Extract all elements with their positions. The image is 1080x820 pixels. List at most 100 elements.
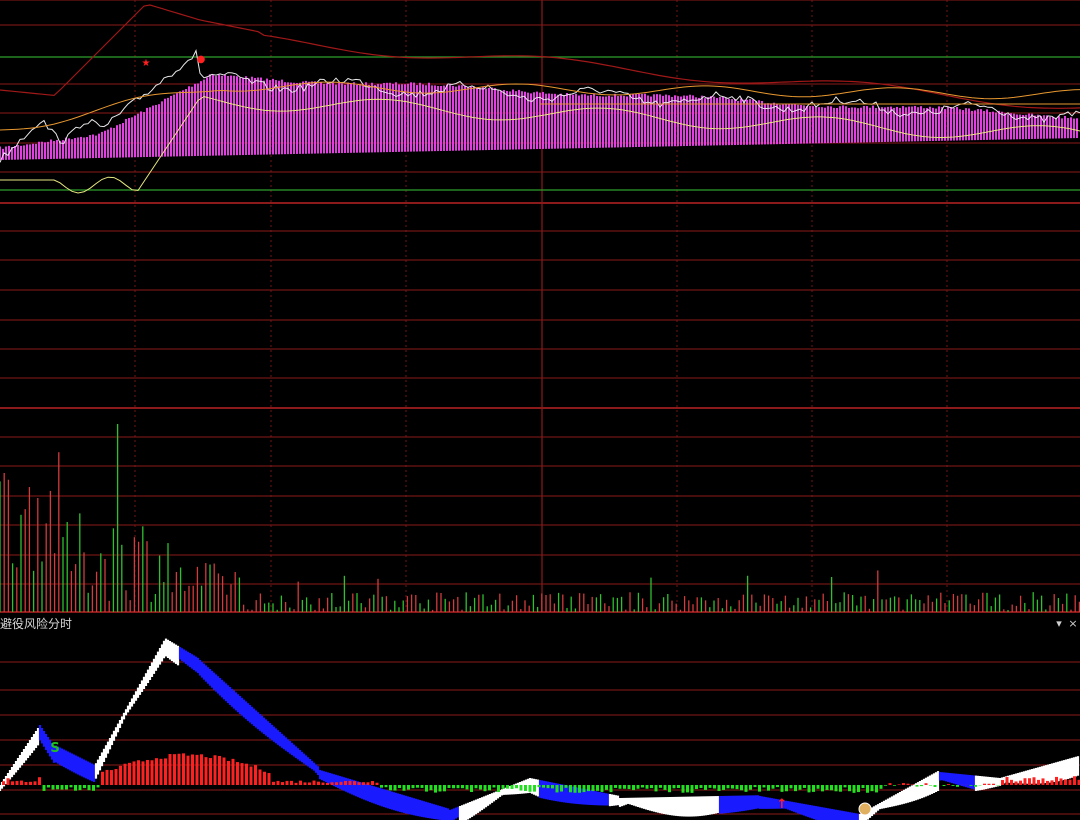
- risk-hist-bar: [200, 754, 203, 785]
- risk-hist-bar: [398, 785, 401, 789]
- risk-hist-bar: [740, 785, 743, 791]
- risk-hist-bar: [434, 785, 437, 793]
- risk-hist-bar: [848, 785, 851, 792]
- close-icon[interactable]: ×: [1066, 616, 1080, 632]
- risk-hist-bar: [402, 785, 406, 791]
- risk-hist-bar: [195, 754, 199, 785]
- risk-hist-bar: [11, 781, 14, 785]
- risk-hist-bar: [29, 781, 32, 785]
- risk-hist-bar: [119, 765, 122, 785]
- risk-hist-bar: [294, 782, 298, 785]
- risk-hist-bar: [416, 785, 419, 788]
- risk-hist-bar: [542, 785, 545, 788]
- risk-hist-bar: [425, 785, 428, 792]
- risk-hist-bar: [42, 785, 46, 791]
- risk-hist-bar: [146, 759, 149, 785]
- risk-hist-bar: [366, 782, 370, 785]
- risk-hist-bar: [834, 785, 838, 792]
- risk-hist-bar: [861, 785, 865, 789]
- risk-hist-bar: [510, 785, 514, 789]
- risk-hist-bar: [24, 781, 28, 785]
- risk-hist-bar: [407, 785, 410, 790]
- risk-hist-bar: [254, 765, 257, 785]
- risk-hist-bar: [591, 785, 595, 792]
- risk-hist-bar: [240, 763, 244, 785]
- risk-hist-bar: [690, 785, 694, 793]
- risk-hist-bar: [227, 760, 230, 785]
- risk-hist-bar: [789, 785, 793, 789]
- risk-hist-bar: [726, 785, 730, 789]
- risk-hist-bar: [857, 785, 860, 793]
- risk-hist-bar: [222, 757, 226, 785]
- risk-hist-bar: [141, 761, 145, 785]
- risk-hist-bar: [735, 785, 739, 790]
- risk-hist-bar: [749, 785, 752, 790]
- risk-hist-bar: [672, 785, 676, 789]
- risk-hist-bar: [627, 785, 631, 790]
- risk-hist-bar: [758, 785, 761, 792]
- risk-hist-bar: [641, 785, 644, 788]
- risk-hist-bar: [564, 785, 568, 788]
- risk-hist-bar: [65, 785, 68, 790]
- risk-hist-bar: [353, 781, 356, 785]
- risk-hist-bar: [321, 782, 325, 785]
- risk-hist-bar: [645, 785, 649, 789]
- risk-hist-bar: [290, 780, 293, 785]
- risk-hist-bar: [299, 780, 302, 785]
- risk-hist-bar: [551, 785, 554, 789]
- risk-hist-bar: [173, 754, 176, 785]
- risk-hist-bar: [483, 785, 487, 792]
- risk-hist-bar: [74, 785, 77, 791]
- risk-hist-bar: [362, 782, 365, 785]
- risk-hist-bar: [452, 785, 455, 789]
- risk-hist-bar: [969, 785, 973, 786]
- risk-hist-bar: [6, 778, 10, 785]
- risk-hist-bar: [560, 785, 563, 792]
- risk-hist-bar: [429, 785, 433, 791]
- risk-hist-bar: [380, 785, 383, 788]
- risk-hist-bar: [1023, 778, 1027, 785]
- risk-hist-bar: [308, 782, 311, 785]
- risk-hist-bar: [137, 760, 140, 785]
- risk-hist-bar: [236, 762, 239, 785]
- risk-hist-bar: [911, 784, 914, 785]
- risk-hist-bar: [182, 753, 185, 785]
- risk-hist-bar: [231, 758, 235, 785]
- caret-down-icon[interactable]: ▾: [1052, 616, 1066, 632]
- risk-hist-bar: [263, 771, 266, 785]
- risk-hist-bar: [704, 785, 707, 790]
- risk-hist-bar: [1028, 778, 1031, 785]
- risk-hist-bar: [816, 785, 820, 789]
- risk-hist-bar: [879, 785, 883, 789]
- risk-hist-bar: [605, 785, 608, 790]
- risk-hist-bar: [555, 785, 559, 793]
- risk-hist-bar: [699, 785, 703, 788]
- risk-hist-bar: [177, 753, 181, 785]
- risk-hist-bar: [15, 780, 19, 785]
- risk-hist-bar: [1059, 778, 1063, 785]
- risk-hist-bar: [470, 785, 473, 792]
- risk-hist-bar: [920, 785, 923, 787]
- risk-hist-bar: [780, 785, 784, 792]
- risk-hist-bar: [983, 783, 986, 785]
- risk-hist-bar: [708, 785, 712, 788]
- risk-hist-bar: [110, 770, 113, 785]
- risk-hist-bar: [987, 783, 991, 785]
- risk-hist-bar: [668, 785, 671, 793]
- risk-annotation: S: [50, 741, 59, 756]
- risk-hist-bar: [1055, 776, 1058, 785]
- risk-hist-bar: [357, 782, 361, 785]
- risk-hist-bar: [411, 785, 415, 789]
- risk-hist-bar: [888, 783, 892, 785]
- risk-hist-bar: [609, 785, 613, 793]
- risk-hist-bar: [798, 785, 802, 790]
- risk-hist-bar: [2, 781, 5, 785]
- risk-hist-bar: [974, 785, 977, 787]
- risk-hist-bar: [114, 768, 118, 785]
- risk-hist-bar: [443, 785, 446, 792]
- risk-hist-bar: [276, 780, 280, 785]
- risk-hist-bar: [1010, 779, 1013, 785]
- risk-hist-bar: [875, 785, 878, 793]
- risk-hist-bar: [38, 777, 41, 785]
- risk-hist-bar: [303, 782, 307, 785]
